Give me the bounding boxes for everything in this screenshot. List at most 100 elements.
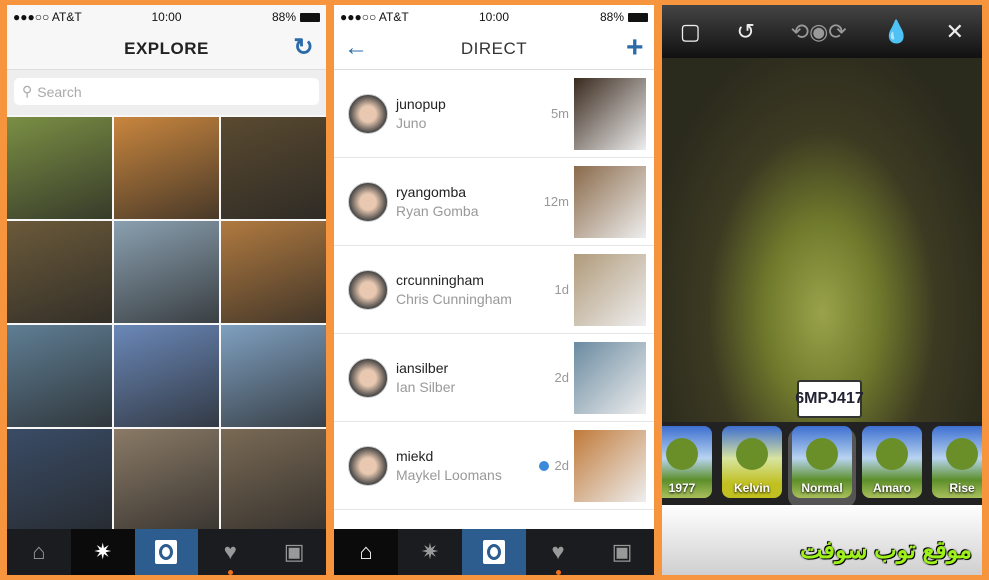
battery-level: 88% xyxy=(271,9,296,24)
thread-fullname: Juno xyxy=(396,115,427,131)
avatar xyxy=(348,269,388,310)
filter-rise[interactable]: Rise xyxy=(932,426,982,498)
carrier: ●●●○○ AT&T xyxy=(340,9,409,24)
thread-fullname: Ian Silber xyxy=(396,379,456,395)
explore-header: EXPLORE ↻ xyxy=(7,28,326,70)
filter-label: 1977 xyxy=(668,481,696,495)
tab-camera[interactable] xyxy=(134,529,199,575)
thread-row[interactable]: miekd Maykel Loomans 2d xyxy=(334,422,654,510)
tab-explore[interactable]: ✷ xyxy=(398,529,462,575)
status-bar: ●●●○○ AT&T 10:00 88% xyxy=(334,5,654,28)
search-input[interactable]: ⚲ Search xyxy=(14,78,319,105)
tab-home[interactable]: ⌂ xyxy=(7,529,71,575)
photo-tile[interactable] xyxy=(7,117,112,219)
thread-row[interactable]: crcunningham Chris Cunningham 1d xyxy=(334,246,654,334)
compass-star-icon: ✷ xyxy=(93,539,112,564)
tab-explore[interactable]: ✷ xyxy=(70,529,135,575)
thread-thumbnail xyxy=(574,341,646,414)
thread-row[interactable]: junopup Juno 5m xyxy=(334,70,654,158)
thread-time: 5m xyxy=(550,106,569,121)
filter-normal[interactable]: Normal xyxy=(792,426,852,498)
thread-fullname: Ryan Gomba xyxy=(396,203,479,219)
thread-time: 1d xyxy=(554,282,569,297)
explore-screen: ●●●○○ AT&T 10:00 88% EXPLORE ↻ ⚲ Search ⌂… xyxy=(7,5,326,575)
tab-profile[interactable]: ▣ xyxy=(262,529,326,575)
refresh-icon[interactable]: ↻ xyxy=(293,36,314,60)
close-icon[interactable]: ✕ xyxy=(946,19,964,45)
camera-icon xyxy=(155,540,178,564)
photo-tile[interactable] xyxy=(7,221,112,323)
bottom-bar: موقع توب سوفت xyxy=(662,505,982,575)
plus-icon[interactable]: + xyxy=(626,33,644,63)
thread-username: miekd xyxy=(396,448,434,464)
tab-bar: ⌂ ✷ ♥ ▣ xyxy=(334,529,654,575)
avatar xyxy=(348,93,388,134)
status-bar: ●●●○○ AT&T 10:00 88% xyxy=(7,5,326,28)
filter-label: Rise xyxy=(949,481,975,495)
thread-thumbnail xyxy=(574,77,646,150)
license-plate: 6MPJ417 xyxy=(795,380,864,418)
photo-tile[interactable] xyxy=(7,325,112,427)
battery-icon xyxy=(300,12,320,22)
tab-activity[interactable]: ♥ xyxy=(526,529,590,575)
filter-amaro[interactable]: Amaro xyxy=(862,426,922,498)
home-icon: ⌂ xyxy=(32,539,46,564)
tab-bar: ⌂ ✷ ♥ ▣ xyxy=(7,529,326,575)
thread-row[interactable]: iansilber Ian Silber 2d xyxy=(334,334,654,422)
drop-icon[interactable]: 💧 xyxy=(882,19,909,45)
photo-tile[interactable] xyxy=(221,325,326,427)
filter-kelvin[interactable]: Kelvin xyxy=(722,426,782,498)
filter-label: Kelvin xyxy=(733,481,770,495)
page-title: DIRECT xyxy=(460,38,528,58)
photo-tile[interactable] xyxy=(221,117,326,219)
page-title: EXPLORE xyxy=(124,38,209,58)
thread-list: junopup Juno 5m ryangomba Ryan Gomba 12m c… xyxy=(334,70,654,510)
heart-bubble-icon: ♥ xyxy=(223,539,237,564)
rotate-icon[interactable]: ↺ xyxy=(736,19,754,45)
thread-fullname: Maykel Loomans xyxy=(396,467,502,483)
tab-activity[interactable]: ♥ xyxy=(198,529,262,575)
thread-time: 2d xyxy=(554,458,569,473)
photo-tile[interactable] xyxy=(221,429,326,531)
filter-label: Amaro xyxy=(872,481,911,495)
heart-bubble-icon: ♥ xyxy=(551,539,565,564)
avatar xyxy=(348,181,388,222)
filter-1977[interactable]: 1977 xyxy=(662,426,712,498)
tab-home[interactable]: ⌂ xyxy=(334,529,398,575)
home-icon: ⌂ xyxy=(359,539,373,564)
frame-icon[interactable]: ▢ xyxy=(680,19,701,45)
thread-thumbnail xyxy=(574,429,646,502)
carrier: ●●●○○ AT&T xyxy=(13,9,82,24)
thread-fullname: Chris Cunningham xyxy=(396,291,512,307)
watermark-logo: موقع توب سوفت xyxy=(799,537,972,564)
photo-tile[interactable] xyxy=(7,429,112,531)
thread-username: junopup xyxy=(396,96,446,112)
search-placeholder: Search xyxy=(37,83,82,100)
profile-card-icon: ▣ xyxy=(283,539,305,564)
thread-time: 12m xyxy=(543,194,569,209)
photo-tile[interactable] xyxy=(221,221,326,323)
thread-row[interactable]: ryangomba Ryan Gomba 12m xyxy=(334,158,654,246)
switch-camera-icon[interactable]: ⟲◉⟳ xyxy=(791,19,847,45)
photo-tile[interactable] xyxy=(114,429,219,531)
search-icon: ⚲ xyxy=(22,83,33,99)
photo-editor: ▢ ↺ ⟲◉⟳ 💧 ✕ 6MPJ417 1977 Kelvin Normal Amar… xyxy=(662,5,982,575)
photo-tile[interactable] xyxy=(114,221,219,323)
thread-time: 2d xyxy=(554,370,569,385)
photo-preview: 6MPJ417 xyxy=(662,58,982,422)
photo-grid xyxy=(7,115,326,533)
unread-bubble-icon xyxy=(538,460,549,471)
filter-label: Normal xyxy=(801,481,843,495)
filter-strip: 1977 Kelvin Normal Amaro Rise xyxy=(662,422,982,505)
tab-camera[interactable] xyxy=(462,529,526,575)
thread-thumbnail xyxy=(574,253,646,326)
photo-tile[interactable] xyxy=(114,117,219,219)
battery-level: 88% xyxy=(599,9,624,24)
back-arrow-icon[interactable]: ← xyxy=(344,36,369,60)
battery-icon xyxy=(628,12,648,22)
tab-profile[interactable]: ▣ xyxy=(590,529,654,575)
thread-thumbnail xyxy=(574,165,646,238)
photo-tile[interactable] xyxy=(114,325,219,427)
direct-header: ← DIRECT + xyxy=(334,28,654,70)
profile-card-icon: ▣ xyxy=(611,539,633,564)
